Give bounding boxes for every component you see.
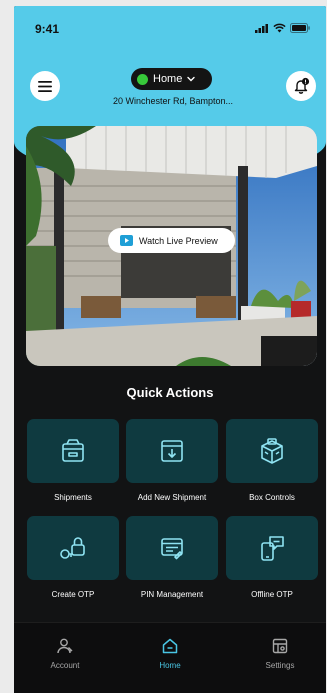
- app-screen: 9:41 Home 20 Winchester Rd, Bampton... W…: [14, 6, 326, 693]
- action-tile[interactable]: [226, 419, 318, 483]
- home-icon: [162, 638, 178, 654]
- chevron-down-icon: [187, 76, 196, 82]
- status-bar: 9:41: [14, 6, 326, 46]
- action-label: PIN Management: [140, 590, 204, 599]
- key-lock-icon: [60, 537, 85, 559]
- action-offline-otp[interactable]: Offline OTP: [226, 516, 318, 599]
- action-add-new-shipment[interactable]: Add New Shipment: [126, 419, 218, 502]
- action-tile[interactable]: [27, 516, 119, 580]
- status-icons: [255, 23, 310, 33]
- nav-settings[interactable]: Settings: [245, 637, 315, 670]
- bell-icon: [294, 77, 310, 94]
- watch-live-preview-button[interactable]: Watch Live Preview: [108, 228, 235, 253]
- wifi-icon: [273, 23, 286, 33]
- action-label: Add New Shipment: [137, 493, 207, 502]
- action-create-otp[interactable]: Create OTP: [27, 516, 119, 599]
- notifications-button[interactable]: [286, 71, 316, 101]
- nav-home-label: Home: [159, 661, 181, 670]
- signal-icon: [255, 23, 268, 33]
- user-icon: [57, 638, 73, 654]
- action-pin-management[interactable]: PIN Management: [126, 516, 218, 599]
- home-address: 20 Winchester Rd, Bampton...: [112, 96, 234, 106]
- home-selector[interactable]: Home: [131, 68, 212, 90]
- action-tile[interactable]: [126, 419, 218, 483]
- bottom-navigation: Account Home Settings: [14, 622, 326, 693]
- nav-home[interactable]: Home: [135, 637, 205, 670]
- nav-settings-label: Settings: [265, 661, 295, 670]
- nav-account-label: Account: [50, 661, 80, 670]
- add-box-icon: [161, 440, 183, 462]
- action-label: Shipments: [54, 493, 92, 502]
- box-controls-icon: [261, 438, 283, 464]
- action-box-controls[interactable]: Box Controls: [226, 419, 318, 502]
- action-label: Offline OTP: [251, 590, 293, 599]
- home-selector-label: Home: [153, 73, 183, 85]
- menu-button[interactable]: [30, 71, 60, 101]
- quick-actions-title: Quick Actions: [126, 385, 214, 400]
- box-icon: [62, 439, 84, 462]
- settings-icon: [272, 638, 288, 654]
- action-shipments[interactable]: Shipments: [27, 419, 119, 502]
- offline-phone-icon: [261, 536, 284, 561]
- watch-live-preview-label: Watch Live Preview: [139, 235, 218, 246]
- action-label: Box Controls: [249, 493, 295, 502]
- action-tile[interactable]: [126, 516, 218, 580]
- action-label: Create OTP: [51, 590, 95, 599]
- status-time: 9:41: [35, 22, 60, 36]
- nav-account[interactable]: Account: [30, 637, 100, 670]
- action-tile[interactable]: [27, 419, 119, 483]
- live-camera-preview[interactable]: Watch Live Preview: [26, 126, 317, 366]
- action-tile[interactable]: [226, 516, 318, 580]
- hamburger-icon: [38, 80, 52, 92]
- battery-icon: [290, 23, 310, 33]
- video-play-icon: [120, 235, 133, 246]
- online-status-dot: [137, 73, 148, 85]
- pin-screen-icon: [161, 538, 183, 560]
